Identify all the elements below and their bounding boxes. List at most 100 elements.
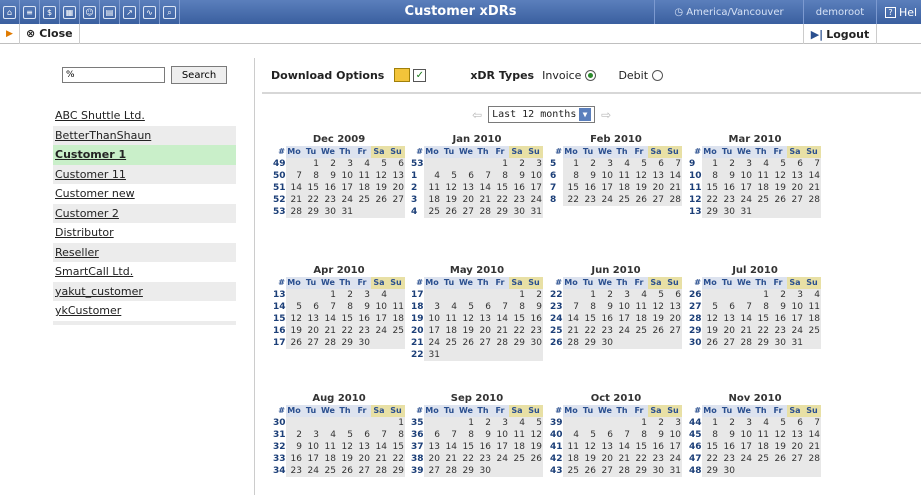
day-cell[interactable]: 15 bbox=[580, 313, 597, 325]
day-cell[interactable]: 12 bbox=[458, 313, 475, 325]
day-cell[interactable]: 16 bbox=[509, 182, 526, 194]
day-cell[interactable]: 7 bbox=[371, 429, 388, 441]
day-cell[interactable]: 22 bbox=[631, 453, 648, 465]
day-cell[interactable]: 18 bbox=[354, 182, 371, 194]
day-cell[interactable]: 27 bbox=[458, 206, 475, 218]
week-number[interactable]: 53 bbox=[411, 158, 424, 170]
day-cell[interactable]: 19 bbox=[702, 325, 719, 337]
debit-radio[interactable] bbox=[652, 69, 664, 81]
week-number[interactable]: 29 bbox=[689, 325, 702, 337]
day-cell[interactable]: 3 bbox=[787, 289, 804, 301]
day-cell[interactable]: 6 bbox=[458, 170, 475, 182]
day-cell[interactable]: 19 bbox=[286, 325, 303, 337]
week-number[interactable]: 6 bbox=[550, 170, 563, 182]
day-cell[interactable]: 30 bbox=[719, 465, 736, 477]
day-cell[interactable]: 9 bbox=[770, 301, 787, 313]
day-cell[interactable]: 4 bbox=[753, 158, 770, 170]
day-cell[interactable]: 2 bbox=[719, 158, 736, 170]
week-number[interactable]: 26 bbox=[550, 337, 563, 349]
day-cell[interactable]: 23 bbox=[719, 453, 736, 465]
week-number[interactable]: 37 bbox=[411, 441, 424, 453]
day-cell[interactable]: 4 bbox=[631, 289, 648, 301]
day-cell[interactable]: 16 bbox=[597, 313, 614, 325]
day-cell[interactable]: 26 bbox=[371, 194, 388, 206]
day-cell[interactable]: 30 bbox=[509, 206, 526, 218]
day-cell[interactable]: 25 bbox=[320, 465, 337, 477]
week-number[interactable]: 14 bbox=[273, 301, 286, 313]
day-cell[interactable]: 3 bbox=[665, 417, 682, 429]
customer-list-item[interactable]: Customer 2 bbox=[53, 203, 236, 223]
week-number[interactable]: 49 bbox=[273, 158, 286, 170]
day-cell[interactable]: 20 bbox=[597, 453, 614, 465]
customer-list-item[interactable]: Reseller bbox=[53, 242, 236, 262]
day-cell[interactable]: 3 bbox=[492, 417, 509, 429]
user-link[interactable]: demoroot bbox=[803, 0, 877, 24]
day-cell[interactable]: 29 bbox=[631, 465, 648, 477]
day-cell[interactable]: 4 bbox=[424, 170, 441, 182]
week-number[interactable]: 28 bbox=[689, 313, 702, 325]
day-cell[interactable]: 11 bbox=[563, 441, 580, 453]
day-cell[interactable]: 8 bbox=[753, 301, 770, 313]
day-cell[interactable]: 16 bbox=[354, 313, 371, 325]
day-cell[interactable]: 18 bbox=[509, 441, 526, 453]
day-cell[interactable]: 9 bbox=[475, 429, 492, 441]
week-number[interactable]: 46 bbox=[689, 441, 702, 453]
day-cell[interactable]: 9 bbox=[320, 170, 337, 182]
customer-list-item[interactable]: BetterThanShaun bbox=[53, 125, 236, 145]
day-cell[interactable]: 23 bbox=[770, 325, 787, 337]
week-number[interactable]: 40 bbox=[550, 429, 563, 441]
day-cell[interactable]: 1 bbox=[702, 417, 719, 429]
day-cell[interactable]: 2 bbox=[320, 158, 337, 170]
day-cell[interactable]: 24 bbox=[614, 325, 631, 337]
week-number[interactable]: 17 bbox=[411, 289, 424, 301]
day-cell[interactable]: 22 bbox=[303, 194, 320, 206]
day-cell[interactable]: 30 bbox=[320, 206, 337, 218]
day-cell[interactable]: 23 bbox=[526, 325, 543, 337]
day-cell[interactable]: 26 bbox=[458, 337, 475, 349]
day-cell[interactable]: 13 bbox=[458, 182, 475, 194]
day-cell[interactable]: 5 bbox=[631, 158, 648, 170]
day-cell[interactable]: 8 bbox=[580, 301, 597, 313]
day-cell[interactable]: 14 bbox=[563, 313, 580, 325]
day-cell[interactable]: 11 bbox=[388, 301, 405, 313]
day-cell[interactable]: 7 bbox=[320, 301, 337, 313]
day-cell[interactable]: 8 bbox=[337, 301, 354, 313]
day-cell[interactable]: 12 bbox=[631, 170, 648, 182]
day-cell[interactable]: 18 bbox=[563, 453, 580, 465]
day-cell[interactable]: 28 bbox=[614, 465, 631, 477]
day-cell[interactable]: 11 bbox=[753, 429, 770, 441]
day-cell[interactable]: 28 bbox=[441, 465, 458, 477]
day-cell[interactable]: 2 bbox=[648, 417, 665, 429]
day-cell[interactable]: 7 bbox=[286, 170, 303, 182]
day-cell[interactable]: 10 bbox=[526, 170, 543, 182]
day-cell[interactable]: 9 bbox=[719, 170, 736, 182]
day-cell[interactable]: 29 bbox=[458, 465, 475, 477]
day-cell[interactable]: 8 bbox=[631, 429, 648, 441]
next-period-icon[interactable]: ⇨ bbox=[601, 108, 611, 122]
day-cell[interactable]: 15 bbox=[509, 313, 526, 325]
week-number[interactable]: 1 bbox=[411, 170, 424, 182]
day-cell[interactable]: 17 bbox=[424, 325, 441, 337]
day-cell[interactable]: 14 bbox=[320, 313, 337, 325]
day-cell[interactable]: 13 bbox=[787, 170, 804, 182]
day-cell[interactable]: 16 bbox=[719, 182, 736, 194]
day-cell[interactable]: 24 bbox=[665, 453, 682, 465]
day-cell[interactable]: 3 bbox=[303, 429, 320, 441]
day-cell[interactable]: 3 bbox=[354, 289, 371, 301]
day-cell[interactable]: 6 bbox=[648, 158, 665, 170]
download-checkbox[interactable]: ✓ bbox=[413, 68, 427, 82]
day-cell[interactable]: 6 bbox=[354, 429, 371, 441]
day-cell[interactable]: 29 bbox=[580, 337, 597, 349]
day-cell[interactable]: 21 bbox=[563, 325, 580, 337]
day-cell[interactable]: 17 bbox=[337, 182, 354, 194]
day-cell[interactable]: 27 bbox=[303, 337, 320, 349]
day-cell[interactable]: 28 bbox=[475, 206, 492, 218]
day-cell[interactable]: 11 bbox=[424, 182, 441, 194]
day-cell[interactable]: 16 bbox=[580, 182, 597, 194]
day-cell[interactable]: 23 bbox=[597, 325, 614, 337]
week-number[interactable]: 11 bbox=[689, 182, 702, 194]
week-number[interactable]: 33 bbox=[273, 453, 286, 465]
week-number[interactable]: 13 bbox=[273, 289, 286, 301]
day-cell[interactable]: 20 bbox=[388, 182, 405, 194]
day-cell[interactable]: 11 bbox=[631, 301, 648, 313]
